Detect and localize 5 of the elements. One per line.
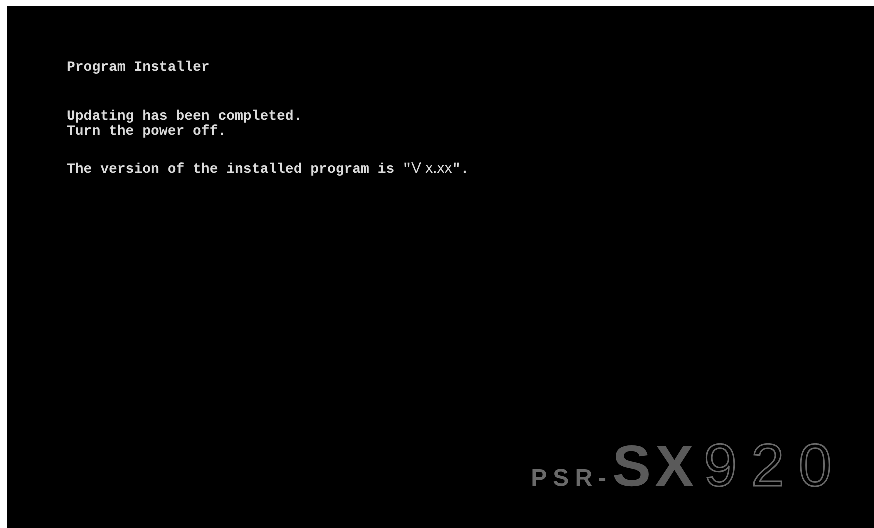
status-message: Updating has been completed. <box>67 110 302 125</box>
product-logo: PSR-SX 920 <box>531 431 846 501</box>
status-message: Turn the power off. <box>67 125 227 140</box>
version-message: The version of the installed program is "V x.xx". <box>67 161 470 178</box>
installer-title: Program Installer <box>67 60 210 76</box>
